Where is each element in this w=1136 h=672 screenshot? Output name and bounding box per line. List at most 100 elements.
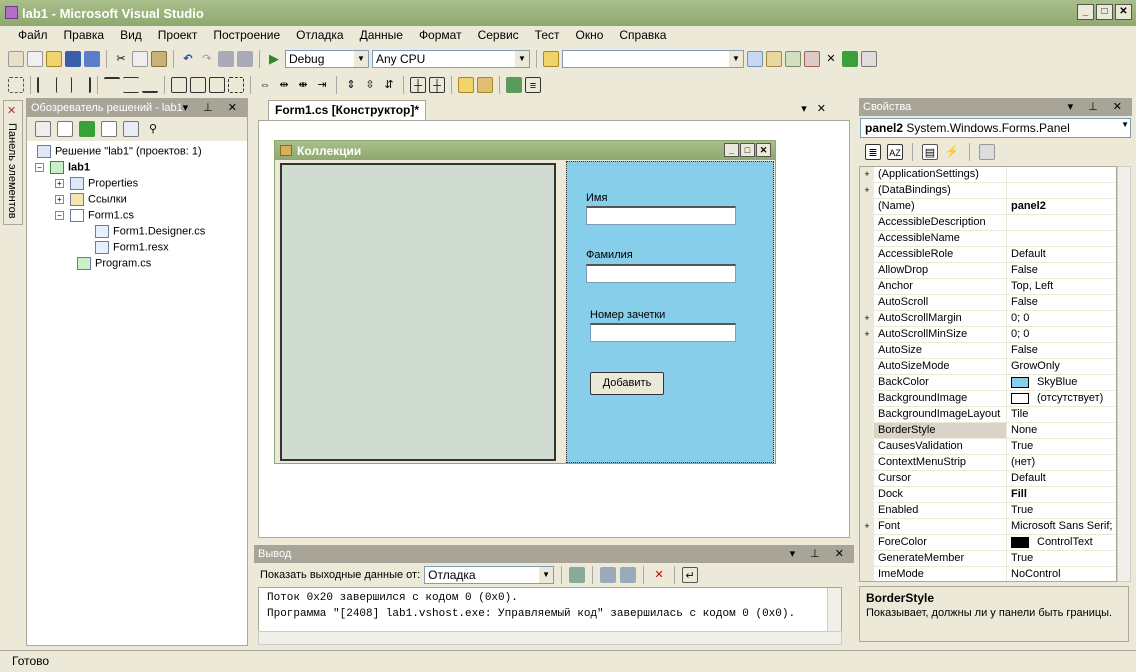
configuration-select[interactable]: Debug ▼ [285, 50, 369, 68]
close-button[interactable]: ✕ [1115, 4, 1132, 20]
find-icon[interactable] [747, 51, 763, 67]
bring-to-front-icon[interactable] [458, 77, 474, 93]
previous-message-icon[interactable] [600, 567, 617, 583]
next-message-icon[interactable] [620, 567, 637, 583]
horizontal-spacing-decrease-icon[interactable]: ⇼ [295, 77, 311, 93]
textbox-name[interactable] [586, 206, 736, 225]
menu-view[interactable]: Вид [120, 28, 142, 46]
property-row[interactable]: AccessibleDescription [860, 215, 1116, 231]
find-combo[interactable]: ▼ [562, 50, 744, 68]
show-all-files-icon[interactable] [57, 121, 73, 137]
save-icon[interactable] [65, 51, 81, 67]
property-row[interactable]: AutoScroll False [860, 295, 1116, 311]
lock-controls-icon[interactable]: ≡ [525, 77, 541, 93]
property-value[interactable] [1007, 167, 1116, 182]
property-row[interactable]: BackgroundImageLayout Tile [860, 407, 1116, 423]
align-tops-icon[interactable] [104, 77, 120, 93]
tree-item-program[interactable]: Program.cs [77, 257, 151, 270]
expand-icon[interactable]: + [860, 327, 874, 342]
object-selector[interactable]: panel2 System.Windows.Forms.Panel ▼ [860, 118, 1131, 138]
word-wrap-icon[interactable]: ↵ [682, 567, 699, 583]
property-row[interactable]: BackColor SkyBlue [860, 375, 1116, 391]
tab-form1-designer[interactable]: Form1.cs [Конструктор]* [268, 100, 427, 120]
tab-order-icon[interactable] [506, 77, 522, 93]
expand-icon[interactable]: + [860, 519, 874, 534]
property-row[interactable]: AccessibleName [860, 231, 1116, 247]
tools-icon[interactable]: ✕ [823, 51, 839, 67]
output-text[interactable]: Поток 0x20 завершился с кодом 0 (0x0). Пр… [258, 587, 842, 633]
output-source-select[interactable]: Отладка ▼ [424, 566, 555, 584]
toolbox-strip[interactable]: ✕ Панель элементов [3, 100, 23, 225]
align-lefts-icon[interactable] [37, 77, 53, 93]
expand-icon[interactable]: + [860, 167, 874, 182]
property-row[interactable]: + (ApplicationSettings) [860, 167, 1116, 183]
tree-project[interactable]: − lab1 [35, 161, 90, 174]
panel-controls[interactable]: ▾ ⊥ ✕ [183, 101, 243, 114]
property-value[interactable]: Microsoft Sans Serif; 8 [1007, 519, 1116, 534]
property-value[interactable]: False [1007, 343, 1116, 358]
same-size-icon[interactable] [209, 77, 225, 93]
menu-file[interactable]: Файл [18, 28, 48, 46]
property-row[interactable]: ContextMenuStrip (нет) [860, 455, 1116, 471]
menu-format[interactable]: Формат [419, 28, 462, 46]
align-rights-icon[interactable] [75, 77, 91, 93]
command-window-icon[interactable] [861, 51, 877, 67]
tab-controls[interactable]: ▾✕ [801, 102, 836, 115]
vertical-spacing-equal-icon[interactable]: ⇕ [343, 77, 359, 93]
collapse-icon[interactable]: − [35, 163, 44, 172]
panel-controls[interactable]: ▾ ⊥ ✕ [1068, 100, 1128, 113]
property-row[interactable]: AutoSize False [860, 343, 1116, 359]
property-row[interactable]: + AutoScrollMinSize 0; 0 [860, 327, 1116, 343]
property-value[interactable]: True [1007, 551, 1116, 566]
property-value[interactable]: False [1007, 295, 1116, 310]
property-value[interactable]: GrowOnly [1007, 359, 1116, 374]
property-value[interactable] [1007, 215, 1116, 230]
form-collections[interactable]: Коллекции _ □ ✕ Имя Фамилия Номер зачетк… [274, 140, 776, 464]
property-row[interactable]: Anchor Top, Left [860, 279, 1116, 295]
menu-help[interactable]: Справка [619, 28, 666, 46]
alphabetical-icon[interactable]: AZ [887, 144, 903, 160]
align-bottoms-icon[interactable] [142, 77, 158, 93]
tree-solution[interactable]: Решение "lab1" (проектов: 1) [37, 145, 202, 158]
same-width-icon[interactable] [171, 77, 187, 93]
view-code-icon[interactable] [101, 121, 117, 137]
textbox-surname[interactable] [586, 264, 736, 283]
textbox-record-book[interactable] [590, 323, 736, 342]
maximize-button[interactable]: □ [1096, 4, 1113, 20]
label-name[interactable]: Имя [586, 192, 607, 204]
expand-icon[interactable]: + [860, 183, 874, 198]
align-middles-icon[interactable] [123, 77, 139, 93]
property-row[interactable]: GenerateMember True [860, 551, 1116, 567]
redo-icon[interactable]: ↷ [199, 51, 215, 67]
add-item-icon[interactable] [27, 51, 43, 67]
panel-controls[interactable]: ▾ ⊥ ✕ [790, 547, 850, 560]
solution-explorer-icon[interactable] [766, 51, 782, 67]
start-debug-icon[interactable]: ▶ [266, 51, 282, 67]
property-value[interactable]: True [1007, 503, 1116, 518]
open-folder-icon[interactable] [46, 51, 62, 67]
categorized-icon[interactable]: ≣ [865, 144, 881, 160]
navigate-forward-icon[interactable] [237, 51, 253, 67]
property-value[interactable] [1007, 231, 1116, 246]
menu-test[interactable]: Тест [535, 28, 560, 46]
find-message-icon[interactable] [569, 567, 586, 583]
size-to-grid-icon[interactable] [228, 77, 244, 93]
menu-build[interactable]: Построение [213, 28, 280, 46]
property-value[interactable]: Default [1007, 247, 1116, 262]
horizontal-spacing-equal-icon[interactable]: ⇔ [257, 77, 273, 93]
menu-debug[interactable]: Отладка [296, 28, 343, 46]
collapse-icon[interactable]: − [55, 211, 64, 220]
property-row[interactable]: ImeMode NoControl [860, 567, 1116, 581]
navigate-back-icon[interactable] [218, 51, 234, 67]
property-pages-icon[interactable] [979, 144, 995, 160]
send-to-back-icon[interactable] [477, 77, 493, 93]
expand-icon[interactable]: + [860, 311, 874, 326]
property-value[interactable]: SkyBlue [1007, 375, 1116, 390]
save-all-icon[interactable] [84, 51, 100, 67]
property-row[interactable]: + Font Microsoft Sans Serif; 8 [860, 519, 1116, 535]
expand-icon[interactable]: + [55, 195, 64, 204]
start-page-icon[interactable] [842, 51, 858, 67]
find-in-files-icon[interactable] [543, 51, 559, 67]
property-value[interactable]: Tile [1007, 407, 1116, 422]
tree-item-form1[interactable]: − Form1.cs [55, 209, 134, 222]
